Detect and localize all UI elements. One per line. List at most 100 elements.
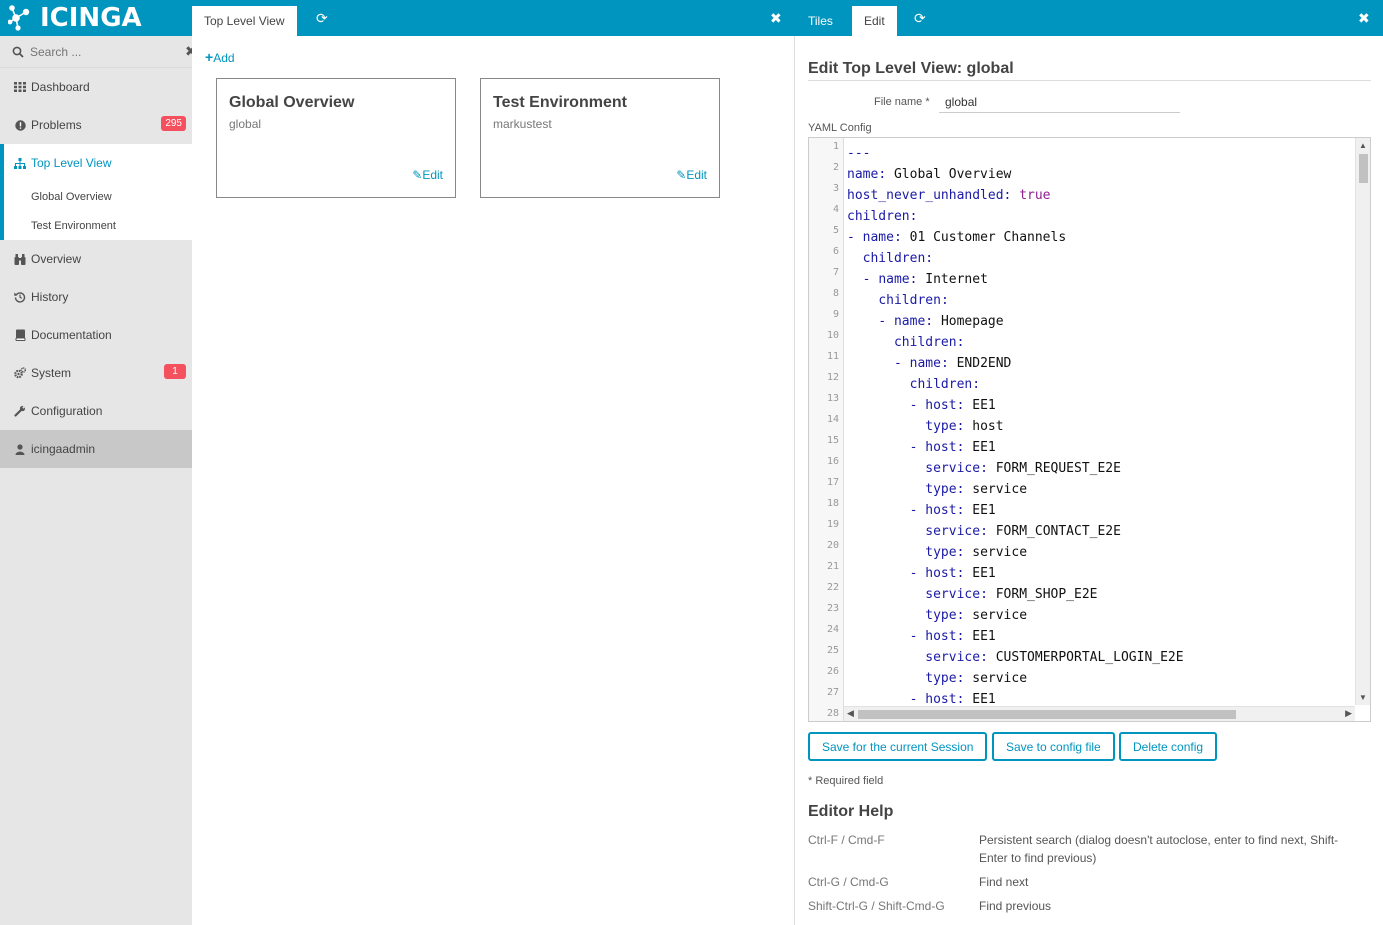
system-count-badge[interactable]: 1 bbox=[164, 364, 186, 379]
logo[interactable]: ICINGA bbox=[0, 0, 192, 36]
divider bbox=[808, 80, 1371, 81]
code-dash: - bbox=[862, 272, 879, 287]
sidebar-item-dashboard[interactable]: Dashboard bbox=[0, 68, 192, 106]
logo-text: ICINGA bbox=[40, 3, 142, 33]
code-value: EE1 bbox=[972, 566, 996, 581]
horizontal-scrollbar[interactable]: ◀ ▶ bbox=[844, 706, 1355, 721]
code-value: 01 Customer Channels bbox=[909, 230, 1067, 245]
refresh-icon[interactable]: ⟳ bbox=[316, 10, 328, 27]
edit-icon: ✎ bbox=[676, 168, 687, 182]
sidebar-subitem-label: Global Overview bbox=[31, 190, 112, 203]
code-colon: : bbox=[925, 314, 941, 329]
code-line: type: host bbox=[847, 416, 1004, 437]
code-value: EE1 bbox=[972, 398, 996, 413]
line-number: 10 bbox=[826, 330, 839, 341]
close-icon[interactable]: ✖ bbox=[1358, 10, 1370, 27]
code-key: name bbox=[862, 230, 894, 245]
line-number: 26 bbox=[826, 666, 839, 677]
tab-top-level-view[interactable]: Top Level View bbox=[192, 6, 297, 36]
line-number: 11 bbox=[826, 351, 839, 362]
code-value: host bbox=[972, 419, 1004, 434]
code-colon: : bbox=[940, 356, 957, 371]
tile-title: Test Environment bbox=[493, 94, 627, 111]
sidebar-subitem-global-overview[interactable]: Global Overview bbox=[4, 182, 192, 211]
code-value: Internet bbox=[925, 272, 988, 287]
add-button[interactable]: +Add bbox=[205, 49, 235, 65]
vertical-scrollbar[interactable]: ▲ ▼ bbox=[1355, 138, 1370, 705]
save-config-file-button[interactable]: Save to config file bbox=[992, 732, 1115, 761]
sidebar-item-documentation[interactable]: Documentation bbox=[0, 316, 192, 354]
tile-global-overview[interactable]: Global Overview global ✎Edit bbox=[216, 78, 456, 198]
code-colon: : bbox=[893, 230, 910, 245]
tiles-column: +Add Global Overview global ✎Edit Test E… bbox=[192, 36, 795, 925]
tab-tiles[interactable]: Tiles bbox=[796, 6, 845, 36]
scroll-right-icon[interactable]: ▶ bbox=[1345, 708, 1352, 719]
code-line: children: bbox=[847, 206, 917, 227]
refresh-icon[interactable]: ⟳ bbox=[914, 10, 926, 27]
sidebar-item-history[interactable]: History bbox=[0, 278, 192, 316]
scroll-down-icon[interactable]: ▼ bbox=[1359, 693, 1367, 702]
code-key: children bbox=[847, 209, 910, 224]
tile-edit-link[interactable]: ✎Edit bbox=[412, 168, 443, 182]
problems-count-badge[interactable]: 295 bbox=[161, 116, 186, 131]
scroll-left-icon[interactable]: ◀ bbox=[847, 708, 854, 719]
line-number: 18 bbox=[826, 498, 839, 509]
save-session-button[interactable]: Save for the current Session bbox=[808, 732, 988, 761]
file-name-field[interactable] bbox=[939, 92, 1180, 113]
code-key: name bbox=[878, 272, 910, 287]
code-key: type bbox=[925, 419, 957, 434]
yaml-config-label: YAML Config bbox=[808, 122, 872, 134]
line-number: 27 bbox=[826, 687, 839, 698]
code-line: type: service bbox=[847, 542, 1027, 563]
delete-config-button[interactable]: Delete config bbox=[1119, 732, 1218, 761]
yaml-code-editor[interactable]: 1 2 3 4 5 6 7 8 9 10 11 12 13 14 15 16 17 18 19 20 21 22 23 24 2… bbox=[808, 137, 1371, 722]
line-number: 12 bbox=[826, 372, 839, 383]
code-line: service: FORM_CONTACT_E2E bbox=[847, 521, 1121, 542]
line-number: 7 bbox=[832, 267, 839, 278]
code-value: EE1 bbox=[972, 440, 996, 455]
code-line: - name: Homepage bbox=[847, 311, 1003, 332]
scrollbar-thumb[interactable] bbox=[1359, 154, 1368, 183]
code-colon: : bbox=[956, 398, 973, 413]
line-number: 22 bbox=[826, 582, 839, 593]
sidebar-item-top-level-view[interactable]: Top Level View bbox=[4, 144, 192, 182]
code-line: - host: EE1 bbox=[847, 437, 996, 458]
scrollbar-thumb[interactable] bbox=[858, 710, 1236, 719]
code-line: service: FORM_REQUEST_E2E bbox=[847, 458, 1121, 479]
code-key: host bbox=[925, 503, 957, 518]
line-number: 23 bbox=[826, 603, 839, 614]
tile-test-environment[interactable]: Test Environment markustest ✎Edit bbox=[480, 78, 720, 198]
sidebar-item-system[interactable]: System 1 bbox=[0, 354, 192, 392]
tile-edit-label: Edit bbox=[686, 168, 707, 182]
code-value: EE1 bbox=[972, 503, 996, 518]
sidebar-item-configuration[interactable]: Configuration bbox=[0, 392, 192, 430]
sidebar-item-label: Problems bbox=[31, 118, 82, 132]
code-colon: : bbox=[909, 209, 918, 224]
code-value: EE1 bbox=[972, 692, 996, 705]
tab-edit[interactable]: Edit bbox=[852, 6, 897, 36]
code-line: - name: END2END bbox=[847, 353, 1011, 374]
line-number: 6 bbox=[832, 246, 839, 257]
tile-edit-link[interactable]: ✎Edit bbox=[676, 168, 707, 182]
header-bar: Top Level View ⟳ ✖ Tiles Edit ⟳ ✖ bbox=[192, 0, 1383, 36]
close-icon[interactable]: ✖ bbox=[770, 10, 782, 27]
code-colon: : bbox=[956, 545, 973, 560]
required-field-note: * Required field bbox=[808, 775, 884, 787]
code-value: FORM_REQUEST_E2E bbox=[995, 461, 1121, 476]
code-area[interactable]: --- name: Global Overview host_never_unhan… bbox=[847, 138, 1355, 705]
sidebar-item-user[interactable]: icingaadmin bbox=[0, 430, 192, 468]
scroll-up-icon[interactable]: ▲ bbox=[1359, 141, 1367, 150]
search-input[interactable] bbox=[30, 44, 185, 59]
sidebar-item-problems[interactable]: Problems 295 bbox=[0, 106, 192, 144]
code-key: host_never_unhandled bbox=[847, 188, 1004, 203]
sidebar-item-overview[interactable]: Overview bbox=[0, 240, 192, 278]
sidebar-subitem-test-environment[interactable]: Test Environment bbox=[4, 211, 192, 240]
tile-edit-label: Edit bbox=[422, 168, 443, 182]
code-colon: : bbox=[956, 629, 973, 644]
code-key: children bbox=[862, 251, 926, 266]
